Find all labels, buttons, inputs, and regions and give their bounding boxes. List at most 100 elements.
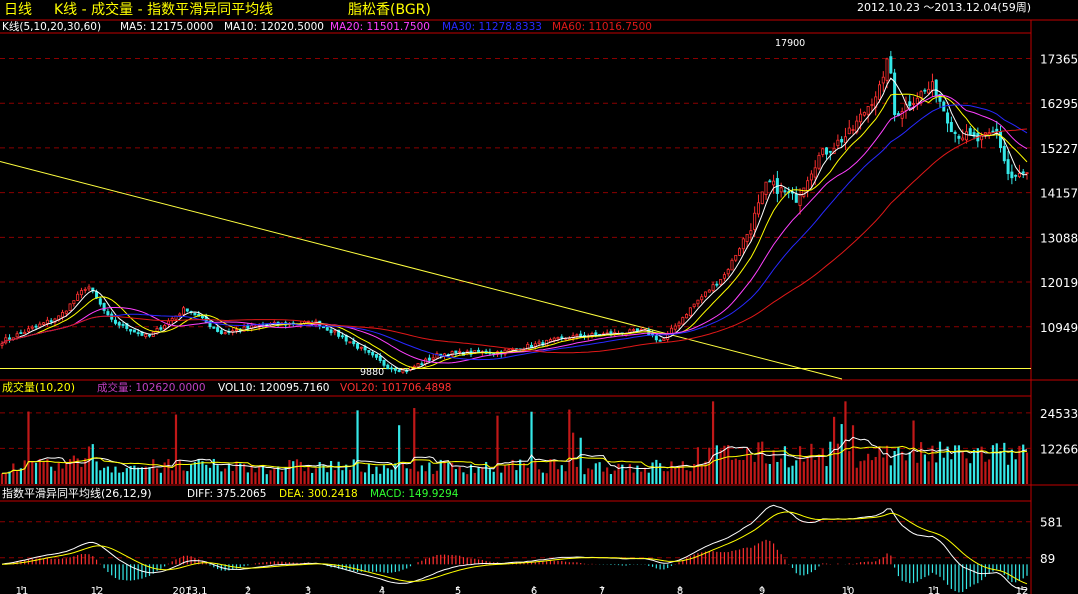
x-tick-label: 7 xyxy=(599,586,605,594)
volume-bar xyxy=(34,462,38,484)
volume-bar xyxy=(137,467,140,484)
volume-bar xyxy=(961,450,964,484)
volume-bar xyxy=(609,474,613,484)
price-tick-label: 17365 xyxy=(1040,52,1078,66)
volume-bar xyxy=(908,451,911,484)
volume-bar xyxy=(780,458,783,484)
volume-bar xyxy=(534,460,537,484)
volume-bar xyxy=(488,469,492,484)
volume-bar xyxy=(980,446,983,484)
volume-bar xyxy=(662,471,666,484)
volume-bar xyxy=(711,401,715,484)
candle-body xyxy=(919,91,923,99)
volume-bar xyxy=(526,467,529,484)
candle-body xyxy=(806,180,810,192)
stock-chart[interactable]: 日线 K线 - 成交量 - 指数平滑异同平均线 脂松香(BGR) 2012.10… xyxy=(0,0,1078,594)
volume-bar xyxy=(545,473,548,484)
candle-body xyxy=(635,328,639,332)
volume-bar xyxy=(795,460,798,484)
volume-bar xyxy=(246,472,249,484)
volume-bar xyxy=(988,459,991,484)
candle-body xyxy=(431,357,435,360)
volume-bar xyxy=(432,473,435,484)
volume-bar xyxy=(515,470,518,484)
volume-bar xyxy=(904,460,908,484)
volume-bar xyxy=(386,468,389,484)
candle-body xyxy=(677,322,681,326)
candle-body xyxy=(734,254,738,261)
volume-bar xyxy=(768,464,771,484)
macd-legend-item: MACD: 149.9294 xyxy=(370,488,459,500)
volume-bar xyxy=(530,411,533,484)
volume-bar xyxy=(511,459,514,484)
volume-bar xyxy=(757,442,760,484)
volume-bar xyxy=(999,451,1002,484)
volume-bar xyxy=(594,463,597,484)
x-tick-label: 12 xyxy=(91,586,104,594)
candle-body xyxy=(76,293,80,301)
volume-bar xyxy=(541,472,544,484)
volume-bar xyxy=(938,441,942,484)
candle-body xyxy=(321,326,325,329)
x-tick-label: 8 xyxy=(677,586,683,594)
volume-bar xyxy=(681,461,684,484)
candle-body xyxy=(427,357,431,361)
volume-bar xyxy=(500,472,503,484)
volume-bar xyxy=(473,472,476,484)
candle-body xyxy=(704,291,708,297)
candle-body xyxy=(144,333,148,337)
volume-bar xyxy=(700,464,703,484)
volume-bar xyxy=(443,460,446,484)
volume-bar xyxy=(734,458,737,484)
volume-bar xyxy=(787,467,790,484)
volume-bar xyxy=(95,461,98,484)
volume-bar xyxy=(848,451,851,484)
volume-bar xyxy=(602,471,605,484)
volume-bar xyxy=(821,448,824,484)
volume-bar xyxy=(522,463,526,484)
volume-bar xyxy=(103,467,106,484)
volume-bar xyxy=(303,471,306,484)
candle-body xyxy=(715,283,719,286)
volume-bar xyxy=(643,467,647,484)
volume-bar xyxy=(590,469,594,484)
candle-body xyxy=(764,181,768,196)
candle-body xyxy=(412,365,416,368)
volume-bar xyxy=(371,474,374,484)
volume-bar xyxy=(674,468,677,484)
volume-bar xyxy=(704,461,707,484)
volume-bar xyxy=(12,463,15,484)
candle-body xyxy=(367,350,371,353)
volume-bar xyxy=(31,461,34,484)
macd-tick-label: 581 xyxy=(1040,516,1063,530)
candle-body xyxy=(87,286,91,290)
volume-bar xyxy=(1014,459,1017,484)
candle-body xyxy=(1021,171,1025,174)
volume-bar xyxy=(519,459,522,484)
volume-bar xyxy=(477,467,480,484)
volume-bar xyxy=(382,465,386,484)
volume-bar xyxy=(651,462,654,484)
volume-bar xyxy=(87,446,91,484)
candle-body xyxy=(382,359,386,366)
volume-tick-label: 12266 xyxy=(1040,442,1078,456)
volume-bar xyxy=(261,465,265,484)
volume-bar xyxy=(851,425,855,484)
volume-bar xyxy=(99,470,102,484)
volume-bar xyxy=(670,461,673,484)
volume-bar xyxy=(942,457,945,484)
volume-bar xyxy=(859,461,862,484)
candle-body xyxy=(30,326,34,329)
candle-body xyxy=(893,72,897,115)
volume-bar xyxy=(118,472,121,484)
candle-body xyxy=(374,354,378,358)
volume-bar xyxy=(295,459,299,484)
candle-body xyxy=(405,370,409,373)
candle-body xyxy=(219,330,223,334)
candle-body xyxy=(23,331,27,335)
volume-bar xyxy=(640,471,643,484)
volume-bar xyxy=(564,471,567,484)
volume-bar xyxy=(405,468,408,484)
candle-body xyxy=(719,279,723,285)
volume-bar xyxy=(806,455,809,484)
